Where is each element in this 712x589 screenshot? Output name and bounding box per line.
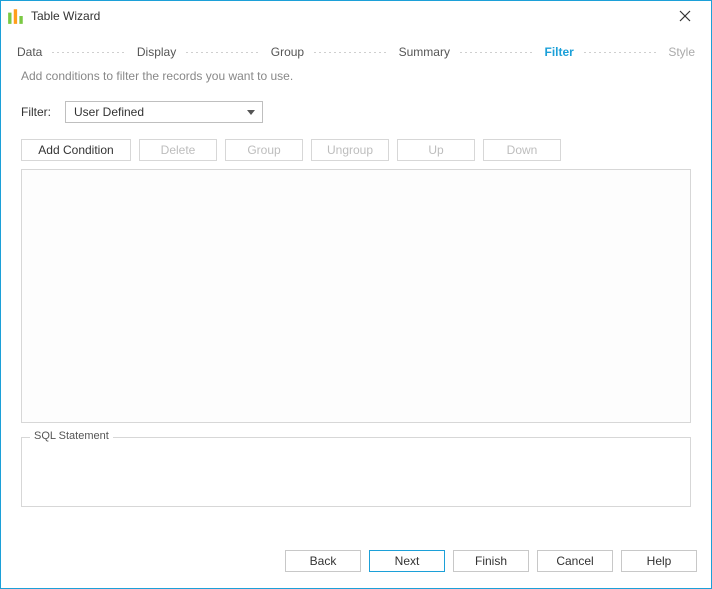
ungroup-button: Ungroup: [311, 139, 389, 161]
filter-selected-value: User Defined: [74, 105, 240, 119]
help-button[interactable]: Help: [621, 550, 697, 572]
conditions-list[interactable]: [21, 169, 691, 423]
group-button: Group: [225, 139, 303, 161]
step-separator: [584, 52, 659, 53]
step-group[interactable]: Group: [269, 45, 306, 59]
step-separator: [314, 52, 389, 53]
step-data[interactable]: Data: [15, 45, 44, 59]
step-description: Add conditions to filter the records you…: [1, 69, 711, 101]
finish-button[interactable]: Finish: [453, 550, 529, 572]
up-button: Up: [397, 139, 475, 161]
wizard-steps: Data Display Group Summary Filter Style: [1, 31, 711, 69]
close-icon: [679, 10, 691, 22]
filter-label: Filter:: [21, 105, 51, 119]
step-separator: [460, 52, 535, 53]
step-separator: [186, 52, 261, 53]
wizard-footer: Back Next Finish Cancel Help: [1, 544, 711, 588]
filter-row: Filter: User Defined: [1, 101, 711, 139]
down-button: Down: [483, 139, 561, 161]
sql-statement-box: SQL Statement: [21, 437, 691, 507]
next-button[interactable]: Next: [369, 550, 445, 572]
cancel-button[interactable]: Cancel: [537, 550, 613, 572]
add-condition-button[interactable]: Add Condition: [21, 139, 131, 161]
app-icon: [7, 7, 25, 25]
window-title: Table Wizard: [31, 9, 100, 23]
filter-dropdown[interactable]: User Defined: [65, 101, 263, 123]
step-style[interactable]: Style: [666, 45, 697, 59]
back-button[interactable]: Back: [285, 550, 361, 572]
title-bar: Table Wizard: [1, 1, 711, 31]
delete-button: Delete: [139, 139, 217, 161]
condition-toolbar: Add Condition Delete Group Ungroup Up Do…: [1, 139, 711, 169]
chevron-down-icon: [240, 102, 262, 122]
sql-legend: SQL Statement: [30, 430, 113, 442]
step-summary[interactable]: Summary: [397, 45, 452, 59]
close-button[interactable]: [665, 2, 705, 30]
step-display[interactable]: Display: [135, 45, 178, 59]
step-filter[interactable]: Filter: [542, 45, 575, 59]
step-separator: [52, 52, 127, 53]
